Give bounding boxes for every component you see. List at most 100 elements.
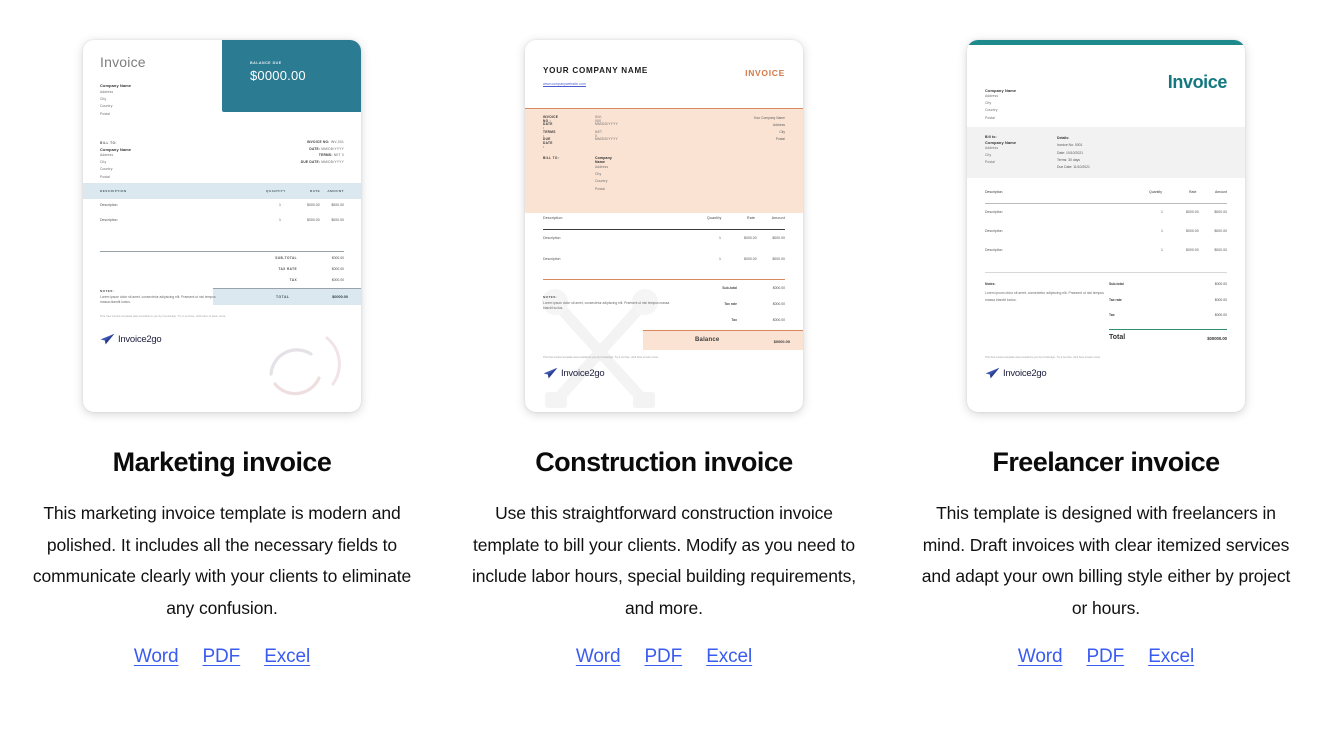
invoice-meta-block: INVOICE NO: INV-001 DATE: MM/DD/YYYY TER… — [301, 139, 344, 165]
preview-wrapper-freelancer[interactable]: Invoice Company Name Address City Countr… — [967, 40, 1245, 412]
invoice-details-block: Details: Invoice No: 0001 Date: 10/10/20… — [1057, 135, 1090, 171]
grand-total-row: Total $00000.00 — [1109, 334, 1227, 348]
invoice2go-logo: Invoice2go — [985, 367, 1047, 379]
download-link-excel[interactable]: Excel — [252, 646, 310, 668]
bill-to-line-2: City — [595, 172, 602, 177]
details-line-3: Terms: 30 days — [1057, 157, 1080, 162]
sender-line-2: City — [985, 101, 992, 106]
column-amount: Amount — [1214, 190, 1227, 194]
notes-text: Lorem ipsum dolor sit amet, consectetur … — [100, 294, 216, 304]
sender-line-2: Address — [772, 123, 785, 128]
totals-row: Sub-total $000.00 — [657, 286, 785, 302]
bill-to-company: Company Name — [595, 156, 612, 164]
line-item-row: Description 1 $000.00 $000.00 — [967, 210, 1245, 229]
download-link-pdf[interactable]: PDF — [1074, 646, 1136, 668]
download-links: Word PDF Excel — [576, 646, 752, 668]
item-amount: $000.00 — [1214, 210, 1227, 214]
column-description: Description — [543, 216, 563, 220]
details-line-1: Invoice No: 0001 — [1057, 143, 1083, 148]
line-item-row: Description 1 $000.00 $000.00 — [83, 218, 361, 233]
item-rate: $000.00 — [744, 257, 757, 261]
download-link-word[interactable]: Word — [576, 646, 633, 668]
template-description: This template is designed with freelance… — [921, 503, 1291, 618]
download-link-pdf[interactable]: PDF — [190, 646, 252, 668]
notes-block: Notes: Lorem ipsum dolor sit amet, conse… — [985, 282, 1105, 305]
line-item-row: Description 1 $000.00 $000.00 — [525, 236, 803, 257]
item-amount: $000.00 — [331, 218, 344, 222]
template-grid: Invoice BALANCE DUE $0000.00 Company Nam… — [0, 0, 1328, 668]
download-link-pdf[interactable]: PDF — [632, 646, 694, 668]
line-items: Description 1 $000.00 $000.00 Descriptio… — [83, 203, 361, 233]
notes-text: Lorem ipsum dolor sit amet, consectetur … — [985, 291, 1104, 303]
invoice-preview-freelancer[interactable]: Invoice Company Name Address City Countr… — [967, 40, 1245, 412]
item-description: Description — [100, 203, 118, 207]
totals-row: Tax rate $000.00 — [657, 302, 785, 318]
totals-row: Tax rate $000.00 — [1109, 298, 1227, 314]
bill-to-line-2: City — [100, 160, 107, 165]
meta-value: MM/DD/YYYY — [595, 137, 618, 142]
totals-label: Tax rate — [1109, 297, 1122, 302]
grand-total-label: Total — [1109, 334, 1126, 341]
item-amount: $000.00 — [772, 257, 785, 261]
invoice-preview-construction[interactable]: YOUR COMPANY NAME www.companywebsite.com… — [525, 40, 803, 412]
company-website-link[interactable]: www.companywebsite.com — [543, 82, 586, 86]
totals-value: $000.00 — [1214, 313, 1227, 317]
notes-block: NOTES: Lorem ipsum dolor sit amet, conse… — [100, 289, 220, 305]
bill-to-line-1: Address — [595, 165, 609, 169]
invoice-preview-marketing[interactable]: Invoice BALANCE DUE $0000.00 Company Nam… — [83, 40, 361, 412]
download-link-excel[interactable]: Excel — [1136, 646, 1194, 668]
bill-to-line-4: Postal — [595, 186, 606, 191]
column-amount: AMOUNT — [327, 189, 344, 193]
line-items-header: Description Quantity Rate Amount — [967, 190, 1245, 204]
item-quantity: 1 — [1161, 210, 1163, 214]
preview-wrapper-construction[interactable]: YOUR COMPANY NAME www.companywebsite.com… — [525, 40, 803, 412]
totals-label: Sub-total — [1109, 282, 1124, 286]
item-quantity: 1 — [719, 257, 721, 261]
bill-to-line-1: Address — [100, 153, 114, 157]
item-rate: $000.00 — [744, 236, 757, 240]
meta-value: MM/DD/YYYY — [595, 122, 618, 127]
grand-total-bar: TOTAL $0000.00 — [213, 288, 361, 305]
table-divider — [985, 272, 1227, 273]
line-item-row: Description 1 $000.00 $000.00 — [967, 248, 1245, 267]
invoice2go-logo-text: Invoice2go — [118, 333, 162, 345]
totals-label: Tax — [731, 318, 737, 322]
column-rate: Rate — [747, 216, 756, 220]
company-name-heading: YOUR COMPANY NAME — [543, 66, 649, 75]
line-items: Description 1 $000.00 $000.00 Descriptio… — [525, 236, 803, 278]
item-description: Description — [985, 229, 1003, 233]
invoice-heading: INVOICE — [745, 68, 785, 78]
item-amount: $000.00 — [772, 236, 785, 240]
download-link-word[interactable]: Word — [134, 646, 191, 668]
item-quantity: 1 — [1161, 248, 1163, 252]
sender-line-2: City — [100, 97, 107, 102]
download-link-excel[interactable]: Excel — [694, 646, 752, 668]
item-quantity: 1 — [1161, 229, 1163, 233]
bill-to-line-1: Address — [985, 146, 999, 150]
bill-to-label: BILL TO: — [543, 156, 560, 160]
download-link-word[interactable]: Word — [1018, 646, 1075, 668]
grand-total-divider — [1109, 329, 1227, 330]
totals-label: Sub-total — [722, 286, 737, 290]
meta-value: MM/DD/YYYY — [321, 159, 344, 164]
meta-row: TERMS: NET 0 — [301, 152, 344, 159]
item-description: Description — [985, 210, 1003, 214]
swirl-watermark-icon — [269, 336, 341, 396]
line-items: Description 1 $000.00 $000.00 Descriptio… — [967, 210, 1245, 267]
meta-label: INVOICE NO: — [306, 140, 330, 144]
accent-top-bar — [967, 40, 1245, 45]
paper-plane-icon — [543, 367, 558, 379]
totals-block: SUB-TOTAL $000.00 TAX RATE $000.00 TAX $000… — [224, 256, 344, 289]
item-amount: $000.00 — [331, 203, 344, 207]
header-underline — [543, 229, 785, 230]
sender-line-1: Address — [985, 94, 999, 98]
line-item-row: Description 1 $000.00 $000.00 — [83, 203, 361, 218]
column-quantity: Quantity — [707, 216, 722, 220]
totals-label: TAX — [289, 278, 297, 282]
meta-row: INVOICE NO: INV-001 — [301, 139, 344, 146]
template-title: Construction invoice — [535, 447, 793, 477]
totals-value: $000.00 — [1214, 282, 1227, 286]
bill-to-block: BILL TO: Company Name Address City Count… — [100, 141, 131, 181]
preview-wrapper-marketing[interactable]: Invoice BALANCE DUE $0000.00 Company Nam… — [83, 40, 361, 412]
totals-label: SUB-TOTAL — [275, 256, 297, 260]
